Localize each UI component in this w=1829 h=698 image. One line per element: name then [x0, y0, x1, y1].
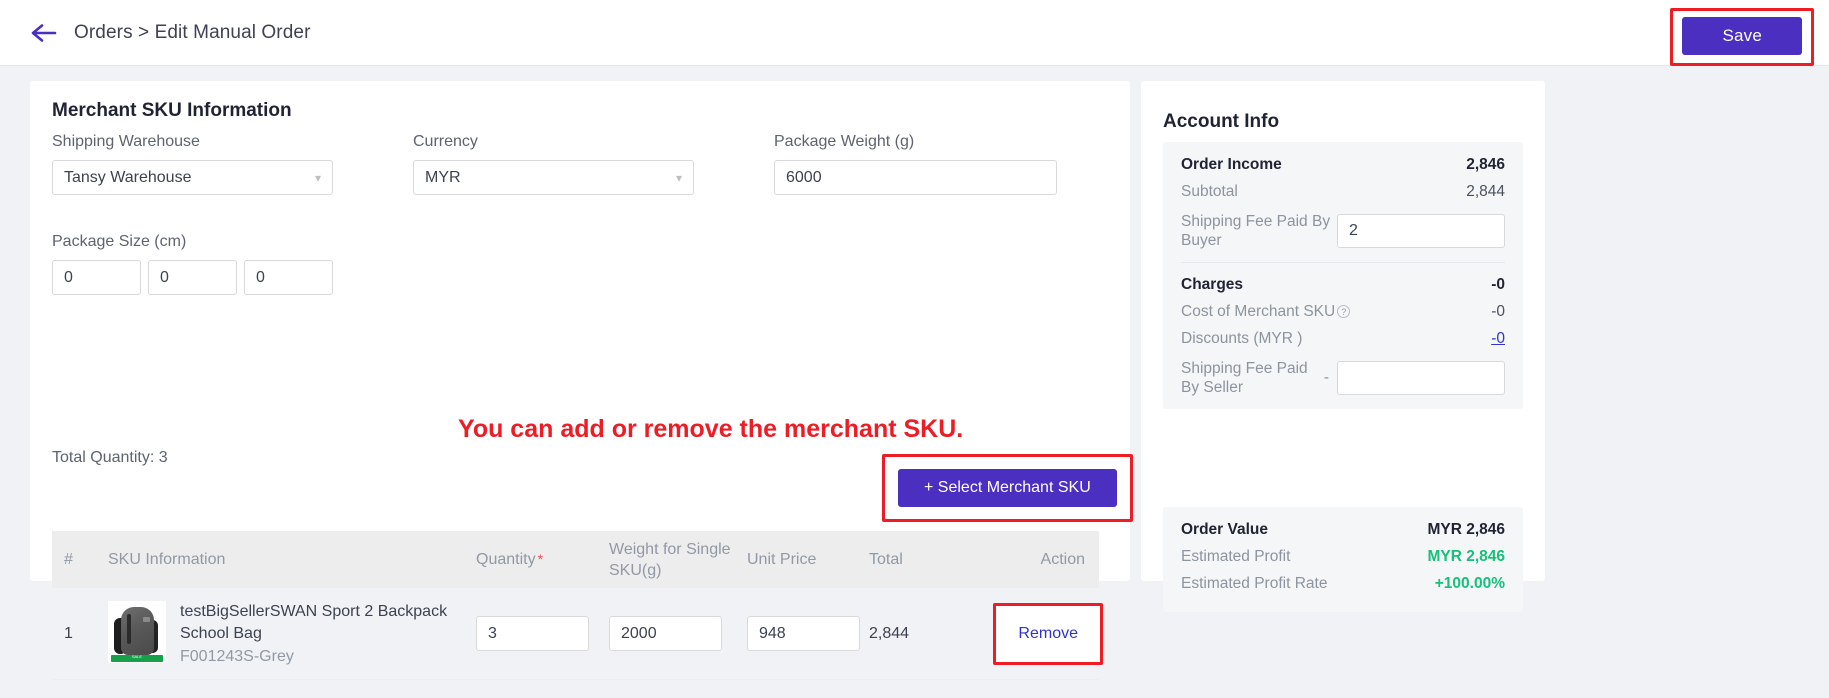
account-info-card: Account Info Order Income 2,846 Subtotal…	[1141, 81, 1545, 612]
order-value-row: Order Value MYR 2,846	[1181, 521, 1505, 539]
currency-field: Currency MYR ▾	[413, 133, 694, 195]
estimated-profit-value: MYR 2,846	[1427, 548, 1505, 565]
col-quantity-text: Quantity	[476, 550, 536, 568]
col-sku-info: SKU Information	[108, 550, 226, 568]
backpack-logo-patch	[143, 617, 150, 622]
subtotal-row: Subtotal 2,844	[1181, 183, 1505, 201]
charges-label: Charges	[1181, 276, 1244, 293]
help-icon[interactable]: ?	[1337, 305, 1351, 318]
sku-table: # SKU Information Quantity * Weight for S…	[52, 531, 1103, 680]
page-root: Orders > Edit Manual Order Save Merchant…	[0, 0, 1829, 698]
save-button[interactable]: Save	[1682, 17, 1802, 55]
col-total: Total	[869, 550, 903, 568]
row-quantity-input[interactable]	[476, 616, 589, 651]
order-value-label: Order Value	[1181, 521, 1269, 538]
chevron-down-icon: ▾	[675, 170, 682, 185]
top-bar: Orders > Edit Manual Order Save	[0, 0, 1829, 66]
cost-merchant-sku-value: -0	[1491, 303, 1505, 320]
subtotal-value: 2,844	[1466, 183, 1505, 200]
row-product-cell: SALE testBigSellerSWAN Sport 2 Backpack …	[108, 601, 476, 666]
row-weight-cell	[609, 616, 747, 651]
remove-link[interactable]: Remove	[1018, 625, 1078, 642]
shipping-warehouse-label: Shipping Warehouse	[52, 133, 200, 150]
col-quantity: Quantity *	[476, 551, 609, 569]
package-weight-label: Package Weight (g)	[774, 133, 915, 150]
table-header-row: # SKU Information Quantity * Weight for S…	[52, 531, 1099, 588]
chevron-down-icon: ▾	[314, 170, 321, 185]
package-size-length-input[interactable]	[52, 260, 141, 295]
account-info-title: Account Info	[1163, 111, 1280, 132]
row-total-value: 2,844	[869, 624, 910, 642]
shipping-fee-seller-row: Shipping Fee Paid By Seller -	[1181, 357, 1505, 399]
table-row: 1 SALE testBigSellerSWAN Sport 2 Backpac…	[52, 588, 1103, 680]
total-quantity-label: Total Quantity: 3	[52, 449, 168, 466]
cost-merchant-sku-text: Cost of Merchant SKU	[1181, 303, 1336, 320]
package-weight-field: Package Weight (g)	[774, 133, 1057, 195]
currency-value: MYR	[425, 168, 461, 186]
estimated-profit-rate-label: Estimated Profit Rate	[1181, 575, 1328, 592]
back-arrow-icon[interactable]	[30, 19, 58, 47]
divider	[1181, 262, 1505, 263]
package-size-height-input[interactable]	[244, 260, 333, 295]
product-code: F001243S-Grey	[180, 648, 294, 665]
remove-annotation-box: Remove	[993, 602, 1103, 665]
currency-label: Currency	[413, 133, 478, 150]
estimated-profit-rate-row: Estimated Profit Rate +100.00%	[1181, 575, 1505, 593]
discounts-value-link[interactable]: -0	[1491, 330, 1505, 348]
row-unit-price-input[interactable]	[747, 616, 860, 651]
product-thumbnail: SALE	[108, 601, 166, 663]
order-income-row: Order Income 2,846	[1181, 156, 1505, 174]
shipping-warehouse-field: Shipping Warehouse Tansy Warehouse ▾	[52, 133, 333, 195]
shipping-fee-seller-input[interactable]	[1337, 361, 1505, 395]
breadcrumb[interactable]: Orders > Edit Manual Order	[74, 22, 311, 44]
order-income-label: Order Income	[1181, 156, 1282, 173]
subtotal-label: Subtotal	[1181, 183, 1238, 200]
package-size-label: Package Size (cm)	[52, 233, 187, 250]
estimated-profit-row: Estimated Profit MYR 2,846	[1181, 548, 1505, 566]
discounts-label: Discounts (MYR )	[1181, 330, 1303, 347]
order-value-value: MYR 2,846	[1427, 521, 1505, 538]
shipping-fee-buyer-row: Shipping Fee Paid By Buyer	[1181, 210, 1505, 252]
estimated-profit-rate-value: +100.00%	[1434, 575, 1505, 592]
shipping-fee-seller-prefix: -	[1323, 369, 1329, 386]
row-quantity-cell	[476, 616, 609, 651]
estimated-profit-label: Estimated Profit	[1181, 548, 1291, 565]
shipping-fee-buyer-input[interactable]	[1337, 214, 1505, 248]
shipping-fee-seller-label: Shipping Fee Paid By Seller	[1181, 360, 1308, 396]
row-index: 1	[64, 624, 73, 642]
sale-badge: SALE	[111, 654, 163, 662]
col-index: #	[64, 550, 73, 568]
select-sku-annotation-box: + Select Merchant SKU	[882, 454, 1133, 522]
row-weight-input[interactable]	[609, 616, 722, 651]
package-size-field: Package Size (cm)	[52, 233, 333, 295]
backpack-body	[121, 607, 154, 655]
package-weight-input[interactable]	[774, 160, 1057, 195]
charges-row: Charges -0	[1181, 276, 1505, 294]
charges-value: -0	[1491, 276, 1505, 293]
annotation-text: You can add or remove the merchant SKU.	[458, 415, 964, 443]
merchant-sku-card: Merchant SKU Information Shipping Wareho…	[30, 81, 1133, 680]
shipping-fee-buyer-label: Shipping Fee Paid By Buyer	[1181, 213, 1331, 249]
save-annotation-box: Save	[1670, 8, 1814, 66]
package-size-width-input[interactable]	[148, 260, 237, 295]
product-name: testBigSellerSWAN Sport 2 Backpack Schoo…	[180, 603, 448, 642]
backpack-strap	[127, 614, 131, 644]
cost-merchant-sku-row: Cost of Merchant SKU? -0	[1181, 303, 1505, 321]
cost-merchant-sku-label: Cost of Merchant SKU?	[1181, 303, 1351, 321]
col-action: Action	[1040, 550, 1085, 568]
required-marker: *	[537, 550, 544, 567]
order-value-box: Order Value MYR 2,846 Estimated Profit M…	[1163, 507, 1523, 612]
sale-badge-text: SALE	[131, 654, 143, 659]
account-info-box: Order Income 2,846 Subtotal 2,844 Shippi…	[1163, 142, 1523, 409]
page-title: Merchant SKU Information	[52, 100, 292, 121]
row-price-cell	[747, 616, 869, 651]
shipping-warehouse-select[interactable]: Tansy Warehouse ▾	[52, 160, 333, 195]
shipping-warehouse-value: Tansy Warehouse	[64, 168, 192, 186]
currency-select[interactable]: MYR ▾	[413, 160, 694, 195]
col-unit-price: Unit Price	[747, 550, 817, 568]
discounts-row: Discounts (MYR ) -0	[1181, 330, 1505, 348]
col-weight: Weight for Single SKU(g)	[609, 540, 731, 579]
select-merchant-sku-button[interactable]: + Select Merchant SKU	[898, 469, 1117, 507]
order-income-value: 2,846	[1466, 156, 1505, 173]
